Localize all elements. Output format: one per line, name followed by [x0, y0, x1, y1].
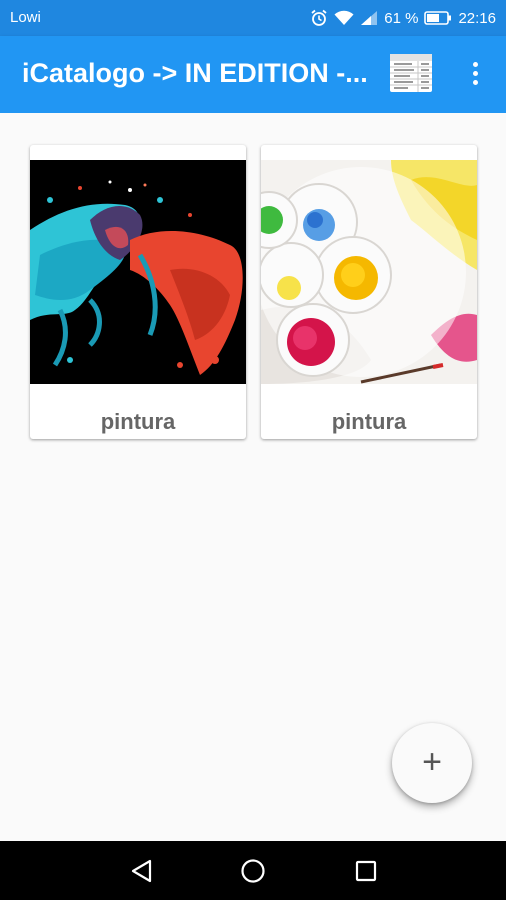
card-label: pintura — [331, 409, 407, 434]
app-bar: iCatalogo -> IN EDITION -... — [0, 36, 506, 113]
status-icons: 61 % 22:16 — [310, 6, 496, 30]
card-image-watercolor-palette — [261, 160, 477, 384]
alarm-icon — [310, 9, 328, 27]
more-options-button[interactable] — [460, 56, 490, 92]
home-icon — [235, 853, 271, 889]
catalog-card[interactable]: pintura — [30, 145, 246, 439]
battery-percent: 61 % — [384, 9, 419, 27]
clock: 22:16 — [458, 9, 496, 27]
back-icon — [124, 853, 160, 889]
table-view-icon — [389, 54, 433, 97]
card-label: pintura — [100, 409, 176, 434]
carrier-name: Lowi — [10, 9, 41, 26]
signal-icon — [360, 10, 378, 26]
recents-button[interactable] — [348, 853, 384, 889]
card-image-paint-splash — [30, 160, 246, 384]
app-title: iCatalogo -> IN EDITION -... — [22, 58, 368, 88]
navigation-bar — [0, 841, 506, 900]
back-button[interactable] — [124, 853, 160, 889]
add-icon: + — [422, 743, 442, 781]
recents-icon — [348, 853, 384, 889]
catalog-card[interactable]: pintura — [261, 145, 477, 439]
status-bar: Lowi 61 % 22:16 — [0, 0, 506, 36]
wifi-icon — [334, 10, 354, 26]
add-item-button[interactable]: + — [392, 723, 472, 803]
home-button[interactable] — [235, 853, 271, 889]
battery-icon — [424, 11, 452, 25]
table-view-button[interactable] — [389, 53, 433, 93]
